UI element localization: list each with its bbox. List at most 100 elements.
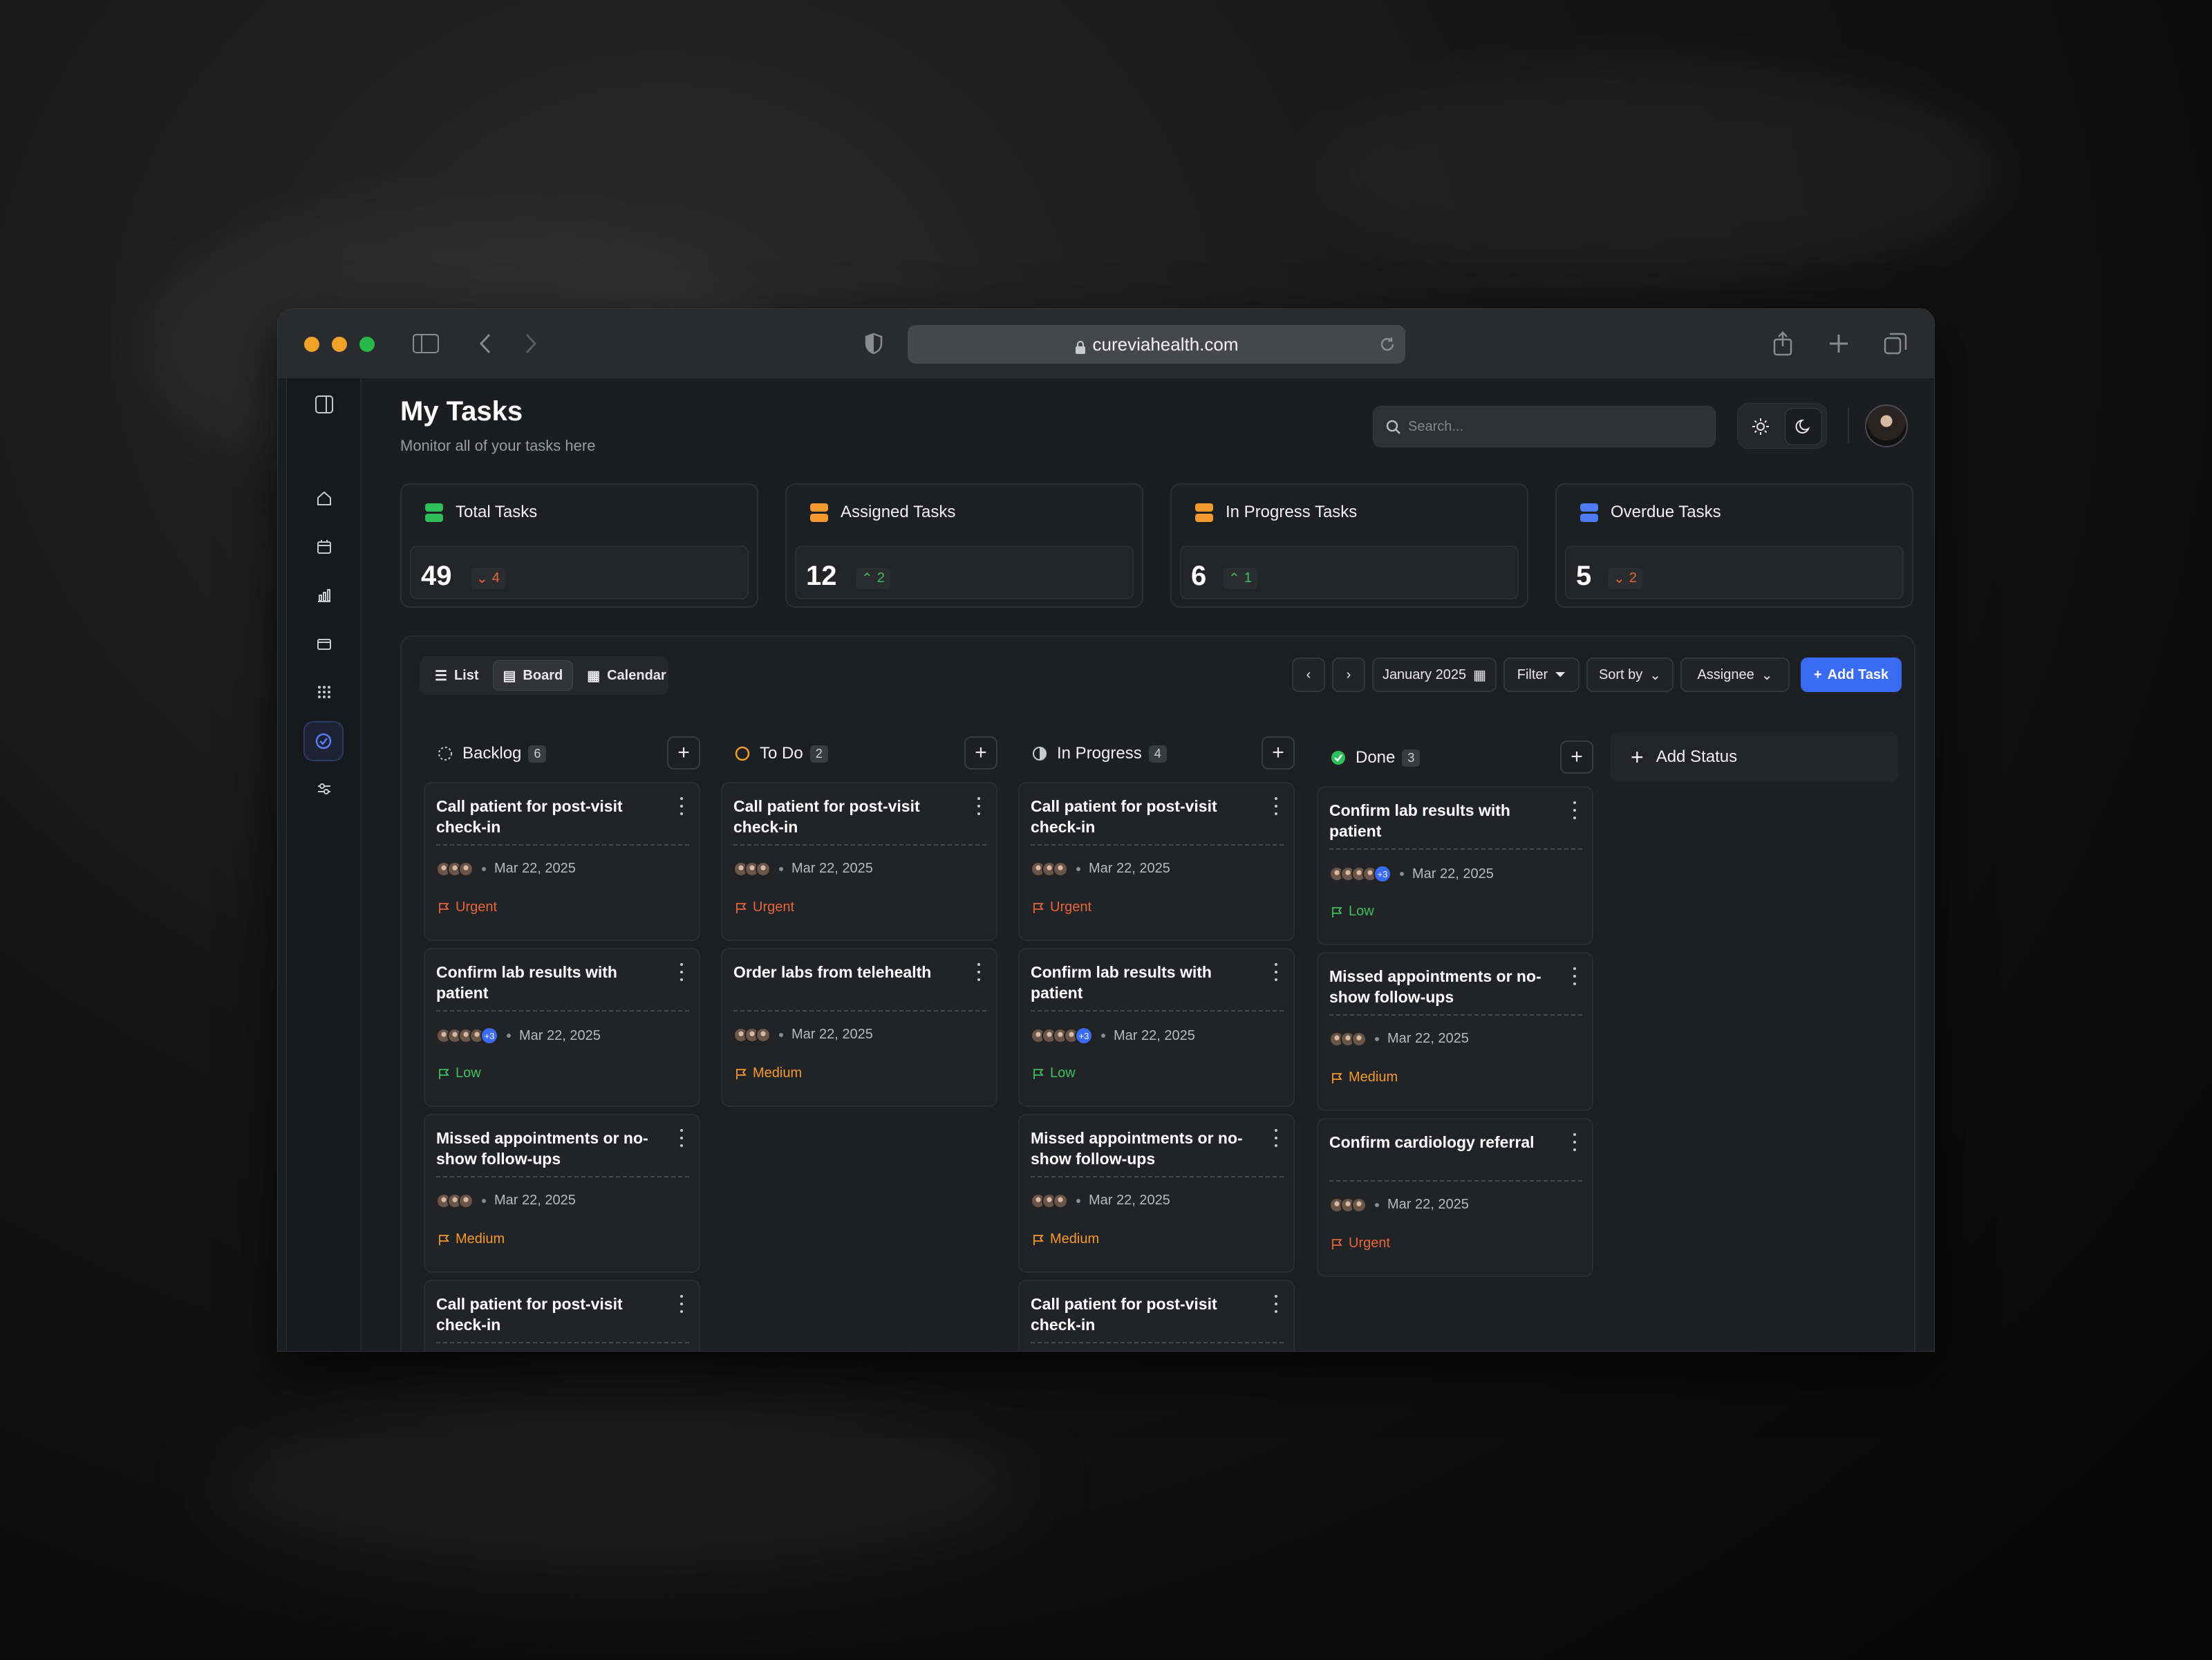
- card-meta: Mar 22, 2025: [1329, 1031, 1469, 1047]
- due-date: Mar 22, 2025: [519, 1027, 601, 1043]
- task-card[interactable]: Missed appointments or no-show follow-up…: [424, 1114, 700, 1273]
- add-card-button[interactable]: +: [964, 736, 997, 770]
- more-icon[interactable]: [1573, 967, 1577, 985]
- column-title: In Progress: [1057, 744, 1142, 763]
- shield-icon[interactable]: [860, 330, 888, 357]
- task-card[interactable]: Call patient for post-visit check-in: [1018, 1280, 1295, 1351]
- more-icon[interactable]: [1274, 797, 1278, 815]
- filter-button[interactable]: Filter ⏷: [1503, 658, 1580, 692]
- task-card[interactable]: Missed appointments or no-show follow-up…: [1317, 952, 1593, 1111]
- close-window-button[interactable]: [304, 337, 319, 352]
- card-meta: Mar 22, 2025: [733, 861, 873, 877]
- sort-button[interactable]: Sort by ⌄: [1586, 658, 1674, 692]
- apps-grid-icon[interactable]: [312, 680, 337, 705]
- task-card[interactable]: Missed appointments or no-show follow-up…: [1018, 1114, 1295, 1273]
- task-card[interactable]: Confirm lab results with patient +3 Mar 22…: [424, 948, 700, 1107]
- column-count: 2: [809, 745, 828, 763]
- task-card[interactable]: Confirm lab results with patient +3 Mar 22…: [1018, 948, 1295, 1107]
- new-tab-icon[interactable]: [1825, 330, 1853, 357]
- task-title: Call patient for post-visit check-in: [436, 1295, 623, 1334]
- more-icon[interactable]: [1573, 801, 1577, 819]
- reload-icon[interactable]: [1379, 336, 1396, 357]
- zoom-window-button[interactable]: [359, 337, 375, 352]
- more-icon[interactable]: [679, 797, 684, 815]
- calendar-icon[interactable]: [312, 534, 337, 559]
- more-icon[interactable]: [1274, 1129, 1278, 1147]
- analytics-icon[interactable]: [312, 583, 337, 608]
- avatar: [756, 1027, 771, 1043]
- task-title: Confirm lab results with patient: [1031, 963, 1212, 1002]
- flag-icon: [1033, 1234, 1044, 1245]
- sidebar-toggle-icon[interactable]: [412, 330, 440, 357]
- page-subtitle: Monitor all of your tasks here: [400, 437, 596, 454]
- search-input[interactable]: Search...: [1373, 406, 1716, 447]
- address-bar[interactable]: cureviahealth.com: [908, 325, 1405, 364]
- more-icon[interactable]: [977, 797, 981, 815]
- add-card-button[interactable]: +: [667, 736, 700, 770]
- more-icon[interactable]: [1573, 1133, 1577, 1151]
- flag-icon: [736, 1068, 747, 1079]
- main-content: My Tasks Monitor all of your tasks here …: [362, 378, 1926, 1351]
- chevron-right-icon: ›: [1346, 666, 1351, 682]
- priority-tag: Medium: [438, 1231, 505, 1247]
- back-icon[interactable]: [471, 330, 499, 357]
- prev-month-button[interactable]: ‹: [1292, 658, 1325, 692]
- filter-icon: ⏷: [1555, 666, 1566, 682]
- tab-board[interactable]: ▤ Board: [492, 660, 574, 691]
- task-card[interactable]: Call patient for post-visit check-in Mar …: [721, 782, 997, 941]
- card-meta: Mar 22, 2025: [436, 861, 576, 877]
- moon-icon[interactable]: [1785, 408, 1822, 445]
- column-done: Done 3 + Confirm lab results with patient +3…: [1317, 736, 1593, 1277]
- share-icon[interactable]: [1769, 330, 1797, 357]
- task-card[interactable]: Call patient for post-visit check-in Mar …: [1018, 782, 1295, 941]
- forward-icon[interactable]: [517, 330, 545, 357]
- task-board: ☰ List ▤ Board ▦ Calendar ‹ › January 2025 ▦…: [400, 635, 1915, 1351]
- status-icon: [735, 746, 750, 761]
- more-icon[interactable]: [1274, 1295, 1278, 1313]
- settings-sliders-icon[interactable]: [312, 776, 337, 801]
- minimize-window-button[interactable]: [332, 337, 347, 352]
- priority-tag: Low: [1331, 904, 1374, 920]
- status-icon: [1331, 750, 1346, 765]
- add-status-button[interactable]: + Add Status: [1610, 732, 1899, 782]
- wallet-icon[interactable]: [312, 631, 337, 656]
- task-card[interactable]: Confirm cardiology referral Mar 22, 2025 U…: [1317, 1118, 1593, 1277]
- flag-icon: [1033, 1068, 1044, 1079]
- flag-icon: [1332, 1238, 1342, 1249]
- tab-overview-icon[interactable]: [1882, 330, 1909, 357]
- task-card[interactable]: Call patient for post-visit check-in Mar …: [424, 782, 700, 941]
- task-title: Call patient for post-visit check-in: [1031, 797, 1217, 836]
- add-card-button[interactable]: +: [1262, 736, 1295, 770]
- more-icon[interactable]: [977, 963, 981, 981]
- home-icon[interactable]: [312, 486, 337, 511]
- add-card-button[interactable]: +: [1560, 740, 1593, 774]
- tab-list[interactable]: ☰ List: [425, 660, 489, 691]
- task-title: Missed appointments or no-show follow-up…: [436, 1129, 648, 1168]
- app: My Tasks Monitor all of your tasks here …: [286, 378, 1926, 1351]
- theme-toggle[interactable]: [1737, 403, 1827, 449]
- card-meta: +3 Mar 22, 2025: [1329, 865, 1494, 883]
- avatar[interactable]: [1865, 404, 1908, 447]
- task-card[interactable]: Call patient for post-visit check-in: [424, 1280, 700, 1351]
- avatar: [458, 861, 474, 877]
- stat-label: Assigned Tasks: [841, 503, 956, 521]
- priority-tag: Medium: [1032, 1231, 1099, 1247]
- next-month-button[interactable]: ›: [1332, 658, 1365, 692]
- month-picker[interactable]: January 2025 ▦: [1372, 658, 1497, 692]
- more-icon[interactable]: [679, 1295, 684, 1313]
- tab-calendar[interactable]: ▦ Calendar: [577, 660, 676, 691]
- task-card[interactable]: Confirm lab results with patient +3 Mar 22…: [1317, 786, 1593, 945]
- more-icon[interactable]: [679, 1129, 684, 1147]
- priority-tag: Urgent: [735, 899, 794, 915]
- task-title: Confirm cardiology referral: [1329, 1133, 1535, 1151]
- add-task-button[interactable]: + Add Task: [1801, 658, 1902, 692]
- more-assignees-badge: +3: [480, 1027, 498, 1045]
- more-icon[interactable]: [1274, 963, 1278, 981]
- column-count: 6: [528, 745, 547, 763]
- more-icon[interactable]: [679, 963, 684, 981]
- collapse-sidebar-icon[interactable]: [312, 392, 337, 417]
- tasks-icon[interactable]: [303, 721, 344, 761]
- sun-icon[interactable]: [1742, 408, 1779, 445]
- task-card[interactable]: Order labs from telehealth Mar 22, 2025 Me…: [721, 948, 997, 1107]
- assignee-button[interactable]: Assignee ⌄: [1680, 658, 1790, 692]
